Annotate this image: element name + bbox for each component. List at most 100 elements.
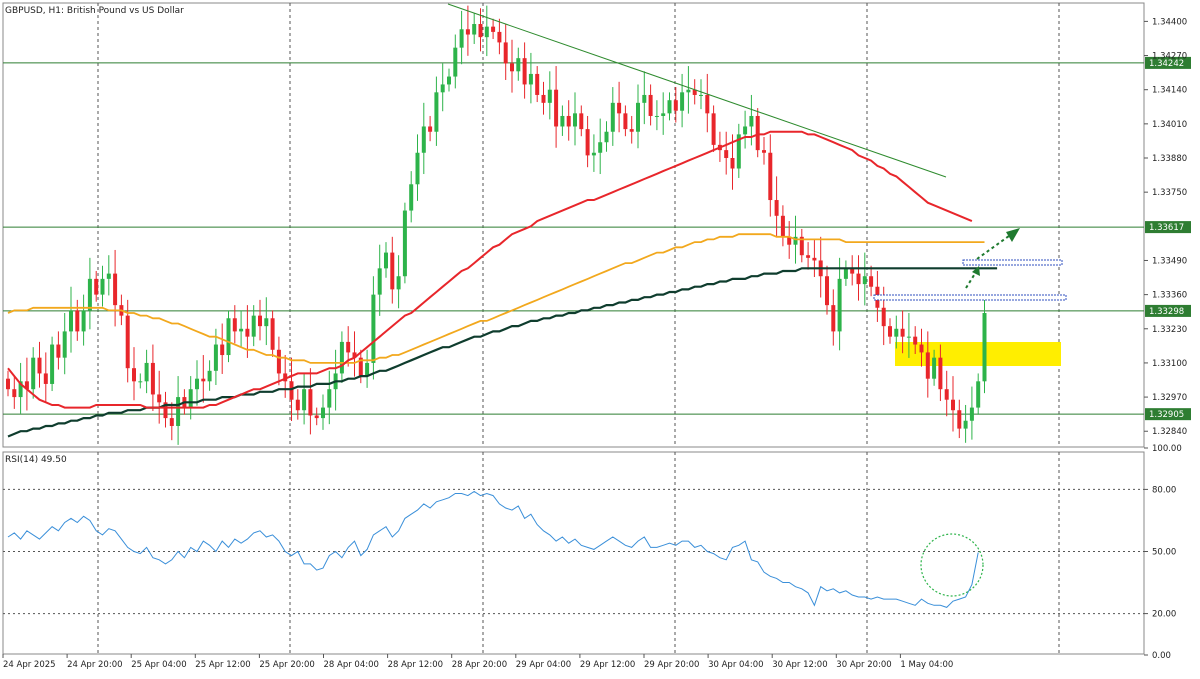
candle-body [56, 344, 61, 358]
candle-body [195, 378, 199, 390]
y-tick-label: 1.34270 [1152, 52, 1187, 62]
arrow-shaft-small [965, 271, 977, 289]
candle-body [768, 152, 773, 201]
candle-body [604, 131, 609, 143]
candle-body [113, 273, 118, 306]
candle-body [686, 89, 691, 93]
y-tick-label: 1.33360 [1152, 291, 1187, 301]
candle-body [585, 129, 590, 156]
candle-body [554, 89, 559, 127]
candle-body [528, 73, 533, 85]
candle-body [730, 158, 735, 169]
candle-body [755, 115, 760, 151]
y-tick-label: 1.33490 [1152, 256, 1187, 266]
candle-body [396, 276, 401, 290]
rsi-line [7, 490, 979, 608]
level-box-label: 1.33617 [1149, 223, 1184, 233]
x-tick-label: 24 Apr 2025 [3, 660, 56, 670]
candle-body [812, 257, 817, 261]
candle-body [106, 273, 111, 279]
time-axis: 24 Apr 2025 24 Apr 20:00 25 Apr 04:00 25 Ap… [2, 654, 953, 670]
candle-body [724, 150, 729, 159]
chart-drawings [447, 3, 1067, 301]
dashed-box-upper [962, 259, 1063, 266]
candle-body [932, 357, 937, 379]
candle-body [913, 336, 918, 345]
x-tick-label: 30 Apr 12:00 [772, 660, 827, 670]
candle-body [969, 407, 974, 421]
candle-body [339, 341, 344, 374]
arrow-head-large [1006, 228, 1020, 242]
candle-body [87, 278, 92, 311]
candle-body [295, 399, 300, 411]
candle-body [862, 276, 867, 285]
rsi-tick-label: 50.00 [1152, 548, 1176, 558]
candle-body [434, 92, 439, 132]
candle-body [503, 42, 508, 64]
candle-body [220, 344, 225, 356]
x-tick-label: 29 Apr 20:00 [644, 660, 699, 670]
candle-body [484, 26, 489, 38]
candle-body [365, 362, 370, 377]
candle-body [648, 94, 653, 116]
candle-body [749, 115, 754, 127]
candle-body [169, 418, 174, 426]
candle-body [302, 389, 307, 411]
candle-body [264, 318, 269, 327]
candle-body [6, 378, 10, 390]
candle-body [629, 129, 634, 132]
candle-body [951, 399, 955, 411]
candle-body [906, 336, 911, 338]
level-price-box: 1.33617 [1145, 221, 1191, 234]
candle-body [384, 252, 388, 269]
candle-body [654, 115, 659, 117]
candle-body [944, 389, 949, 400]
candle-body [276, 349, 281, 374]
candle-body [125, 315, 130, 369]
x-tick-label: 30 Apr 20:00 [836, 660, 891, 670]
arrow-shaft-large [976, 235, 1010, 260]
candle-body [837, 278, 842, 332]
candle-body [31, 357, 36, 390]
candle-body [573, 113, 577, 127]
rsi-highlight-circle [920, 533, 984, 597]
candle-body [308, 389, 313, 416]
rsi-tick-label: 0.00 [1152, 651, 1171, 661]
candle-body [636, 102, 640, 132]
candle-body [232, 318, 237, 332]
candle-body [402, 210, 407, 277]
level-box-label: 1.32905 [1149, 410, 1184, 420]
candle-body [780, 215, 785, 237]
candle-body [371, 294, 376, 363]
candle-body [100, 278, 105, 295]
candle-body [43, 373, 48, 384]
candle-body [547, 89, 552, 103]
candle-body [825, 276, 829, 306]
candle-body [409, 184, 414, 211]
candle-body [251, 315, 256, 337]
candle-body [144, 362, 149, 382]
chart-stage: 1.34242 1.33617 1.33298 1.32905 100.00 80.00… [0, 0, 1200, 675]
candle-body [856, 273, 861, 285]
candle-body [610, 102, 615, 132]
candle-body [699, 94, 703, 96]
candle-body [535, 73, 540, 95]
candle-body [711, 113, 716, 145]
candle-body [390, 252, 395, 290]
x-tick-label: 30 Apr 04:00 [708, 660, 763, 670]
x-tick-label: 25 Apr 20:00 [259, 660, 314, 670]
chart-canvas: 1.342421.336171.332981.32905 100.0080.00… [2, 2, 1191, 670]
candle-body [957, 410, 962, 429]
rsi-panel: 100.00 80.00 50.00 20.00 0.00 [3, 444, 1182, 661]
candle-body [472, 24, 477, 35]
candle-body [743, 126, 748, 135]
candle-body [705, 94, 710, 114]
candle-body [673, 100, 678, 111]
candle-body [447, 76, 451, 85]
candle-body [37, 357, 42, 374]
candle-body [963, 420, 968, 429]
candle-body [421, 126, 426, 153]
candle-body [510, 63, 514, 72]
candle-body [869, 276, 874, 287]
candle-body [346, 341, 351, 353]
